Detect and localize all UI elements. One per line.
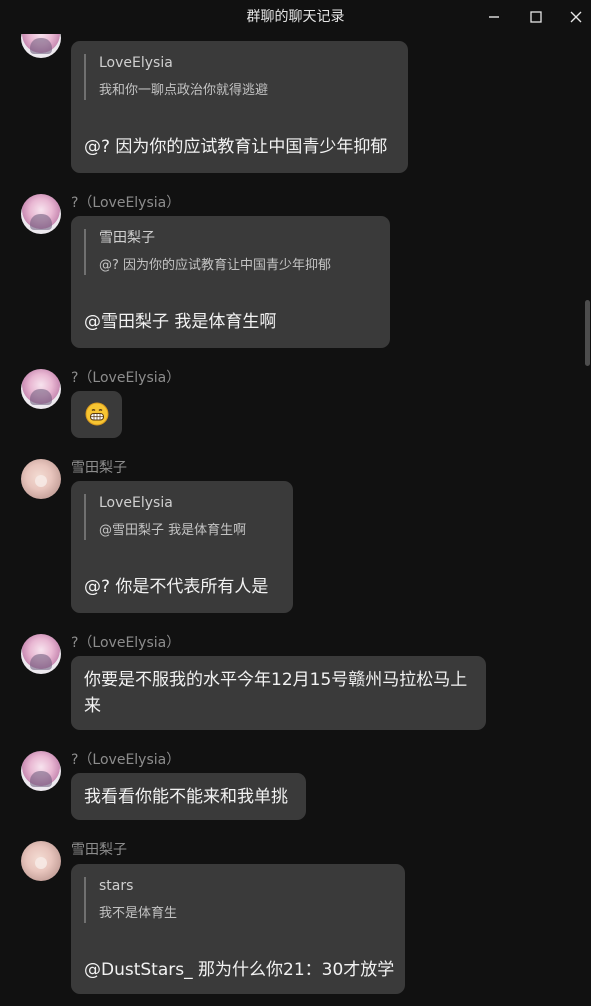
quote-author: LoveElysia [99, 55, 173, 71]
message-text: @雪田梨子 我是体育生啊 [84, 312, 277, 332]
reply-quote[interactable]: stars 我不是体育生 [84, 877, 177, 923]
message-bubble[interactable]: LoveElysia 我和你一聊点政治你就得逃避 @? 因为你的应试教育让中国青… [71, 41, 408, 173]
sender-name: ?（LoveElysia） [71, 195, 181, 211]
scrollbar-thumb[interactable] [585, 300, 590, 366]
message-text: 你要是不服我的水平今年12月15号赣州马拉松马上来 [84, 670, 468, 716]
minimize-button[interactable] [472, 0, 516, 34]
quote-author: LoveElysia [99, 495, 173, 511]
title-bar[interactable]: 群聊的聊天记录 [0, 0, 591, 34]
sender-name: ?（LoveElysia） [71, 752, 181, 768]
reply-quote[interactable]: LoveElysia 我和你一聊点政治你就得逃避 [84, 54, 268, 100]
message-bubble[interactable]: 我看看你能不能来和我单挑 [71, 773, 306, 820]
reply-quote[interactable]: LoveElysia @雪田梨子 我是体育生啊 [84, 494, 246, 540]
message-text: @? 因为你的应试教育让中国青少年抑郁 [84, 137, 388, 157]
avatar[interactable] [21, 459, 61, 499]
quote-author: stars [99, 878, 134, 894]
message-list[interactable]: LoveElysia 我和你一聊点政治你就得逃避 @? 因为你的应试教育让中国青… [0, 0, 591, 1006]
sender-name: ?（LoveElysia） [71, 370, 181, 386]
message-text: @? 你是不代表所有人是 [84, 577, 269, 597]
message-bubble[interactable] [71, 391, 122, 438]
minimize-icon [488, 11, 500, 23]
quote-author: 雪田梨子 [99, 230, 155, 246]
maximize-icon [530, 11, 542, 23]
maximize-button[interactable] [514, 0, 558, 34]
close-button[interactable] [554, 0, 591, 34]
sender-name: ?（LoveElysia） [71, 635, 181, 651]
sender-name: 雪田梨子 [71, 460, 127, 476]
quote-text: 我不是体育生 [99, 906, 178, 921]
avatar[interactable] [21, 369, 61, 409]
message-bubble[interactable]: stars 我不是体育生 @DustStars_ 那为什么你21：30才放学 [71, 864, 405, 994]
quote-text: 我和你一聊点政治你就得逃避 [99, 83, 269, 98]
avatar[interactable] [21, 634, 61, 674]
quote-text: @雪田梨子 我是体育生啊 [99, 523, 247, 538]
message-text: @DustStars_ 那为什么你21：30才放学 [84, 960, 395, 980]
avatar[interactable] [21, 841, 61, 881]
grinning-face-emoji-icon [85, 402, 109, 430]
sender-name: 雪田梨子 [71, 842, 127, 858]
chat-history-window: LoveElysia 我和你一聊点政治你就得逃避 @? 因为你的应试教育让中国青… [0, 0, 591, 1006]
message-bubble[interactable]: 雪田梨子 @? 因为你的应试教育让中国青少年抑郁 @雪田梨子 我是体育生啊 [71, 216, 390, 348]
quote-text: @? 因为你的应试教育让中国青少年抑郁 [99, 258, 332, 273]
close-icon [570, 11, 582, 23]
avatar[interactable] [21, 194, 61, 234]
message-text: 我看看你能不能来和我单挑 [84, 787, 288, 807]
message-bubble[interactable]: 你要是不服我的水平今年12月15号赣州马拉松马上来 [71, 656, 486, 730]
reply-quote[interactable]: 雪田梨子 @? 因为你的应试教育让中国青少年抑郁 [84, 229, 331, 275]
message-bubble[interactable]: LoveElysia @雪田梨子 我是体育生啊 @? 你是不代表所有人是 [71, 481, 293, 613]
avatar[interactable] [21, 751, 61, 791]
